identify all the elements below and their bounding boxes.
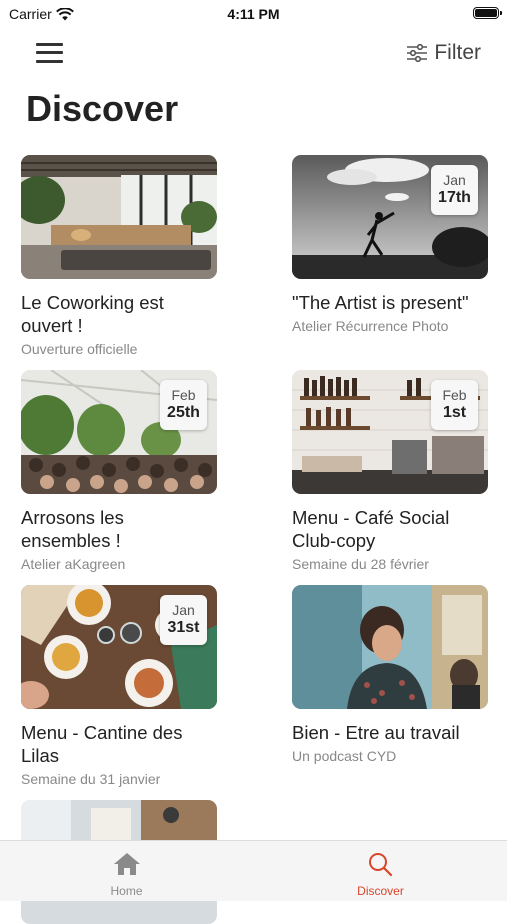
- menu-icon[interactable]: [36, 42, 64, 64]
- date-month: Jan: [172, 602, 195, 618]
- filter-label: Filter: [434, 41, 481, 64]
- event-image-coworking: [21, 155, 217, 279]
- status-bar: Carrier 4:11 PM: [0, 0, 507, 28]
- battery-icon: [473, 7, 502, 19]
- event-card[interactable]: Bien - Etre au travail Un podcast CYD: [292, 585, 488, 764]
- event-title: Bien - Etre au travail: [292, 722, 460, 743]
- event-title: "The Artist is present": [292, 292, 469, 313]
- event-subtitle: Un podcast CYD: [292, 748, 397, 764]
- date-month: Jan: [443, 172, 466, 188]
- event-subtitle: Atelier Récurrence Photo: [292, 318, 449, 334]
- event-image-artist: Jan 17th: [292, 155, 488, 279]
- event-image-food: Jan 31st: [21, 585, 217, 709]
- tab-label: Home: [110, 884, 143, 898]
- date-badge: Feb 25th: [160, 380, 207, 430]
- page-title: Discover: [26, 88, 179, 129]
- date-badge: Jan 31st: [160, 595, 207, 645]
- house-icon: [114, 853, 140, 875]
- tab-home[interactable]: Home: [0, 841, 253, 901]
- event-card[interactable]: Jan 17th "The Artist is present" Atelier…: [292, 155, 488, 334]
- filter-button[interactable]: Filter: [406, 40, 481, 66]
- event-title: Arrosons les ensembles !: [21, 507, 124, 551]
- event-subtitle: Atelier aKagreen: [21, 556, 126, 572]
- event-subtitle: Semaine du 28 février: [292, 556, 429, 572]
- event-subtitle: Ouverture officielle: [21, 341, 138, 357]
- event-card[interactable]: Le Coworking est ouvert ! Ouverture offi…: [21, 155, 217, 357]
- sliders-icon: [407, 44, 428, 62]
- search-icon: [369, 853, 393, 877]
- tab-discover[interactable]: Discover: [254, 841, 507, 901]
- event-card[interactable]: Feb 25th Arrosons les ensembles ! Atelie…: [21, 370, 217, 572]
- event-title: Menu - Cantine des Lilas: [21, 722, 183, 766]
- date-day: 17th: [438, 189, 471, 206]
- event-image-wellbeing: [292, 585, 488, 709]
- event-card[interactable]: Jan 31st Menu - Cantine des Lilas Semain…: [21, 585, 217, 787]
- date-badge: Jan 17th: [431, 165, 478, 215]
- tab-bar: Home Discover: [0, 840, 507, 901]
- event-image-garden: Feb 25th: [21, 370, 217, 494]
- date-month: Feb: [171, 387, 196, 403]
- date-day: 1st: [442, 404, 467, 421]
- event-subtitle: Semaine du 31 janvier: [21, 771, 161, 787]
- status-time: 4:11 PM: [227, 6, 280, 22]
- date-badge: Feb 1st: [431, 380, 478, 430]
- date-day: 25th: [167, 404, 200, 421]
- date-day: 31st: [167, 619, 200, 636]
- event-title: Menu - Café Social Club-copy: [292, 507, 450, 551]
- event-card[interactable]: Feb 1st Menu - Café Social Club-copy Sem…: [292, 370, 488, 572]
- date-month: Feb: [442, 387, 467, 403]
- event-title: Le Coworking est ouvert !: [21, 292, 164, 336]
- event-image-cafe: Feb 1st: [292, 370, 488, 494]
- tab-label: Discover: [357, 884, 404, 898]
